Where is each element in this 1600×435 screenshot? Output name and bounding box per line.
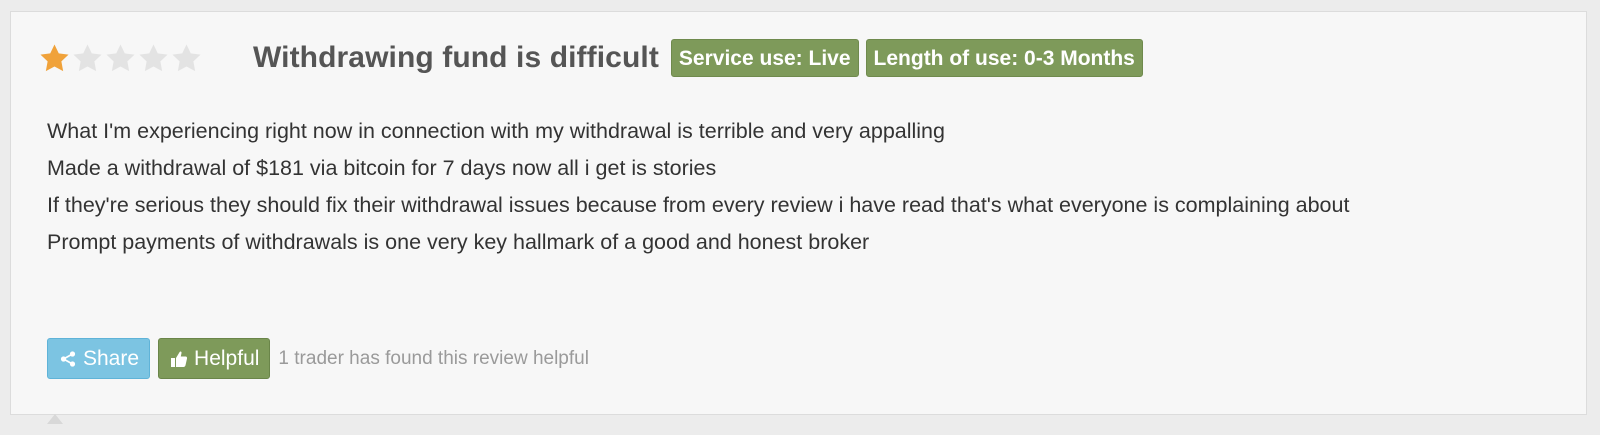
- review-actions: Share Helpful 1 trader has found this re…: [47, 338, 589, 379]
- review-header: Withdrawing fund is difficult Service us…: [38, 38, 1143, 78]
- star-icon: [73, 43, 102, 71]
- share-icon: [58, 349, 78, 369]
- share-button[interactable]: Share: [47, 338, 151, 379]
- service-use-badge: Service use: Live: [670, 39, 859, 77]
- review-body: What I'm experiencing right now in conne…: [47, 113, 1567, 261]
- review-title: Withdrawing fund is difficult: [253, 41, 659, 74]
- helpful-count-text: 1 trader has found this review helpful: [278, 347, 589, 369]
- star-icon: [139, 43, 168, 71]
- review-body-line: Made a withdrawal of $181 via bitcoin fo…: [47, 156, 717, 180]
- length-of-use-badge: Length of use: 0-3 Months: [865, 39, 1143, 77]
- helpful-button-label: Helpful: [194, 346, 260, 370]
- review-body-line: If they're serious they should fix their…: [47, 193, 1350, 217]
- card-pointer: [47, 414, 63, 424]
- thumbs-up-icon: [169, 349, 189, 369]
- share-button-label: Share: [83, 346, 140, 370]
- star-icon: [40, 43, 69, 71]
- star-rating: [38, 38, 203, 78]
- star-icon: [172, 43, 201, 71]
- helpful-button[interactable]: Helpful: [158, 338, 271, 379]
- review-body-line: What I'm experiencing right now in conne…: [47, 119, 945, 143]
- star-icon: [106, 43, 135, 71]
- review-body-line: Prompt payments of withdrawals is one ve…: [47, 230, 870, 254]
